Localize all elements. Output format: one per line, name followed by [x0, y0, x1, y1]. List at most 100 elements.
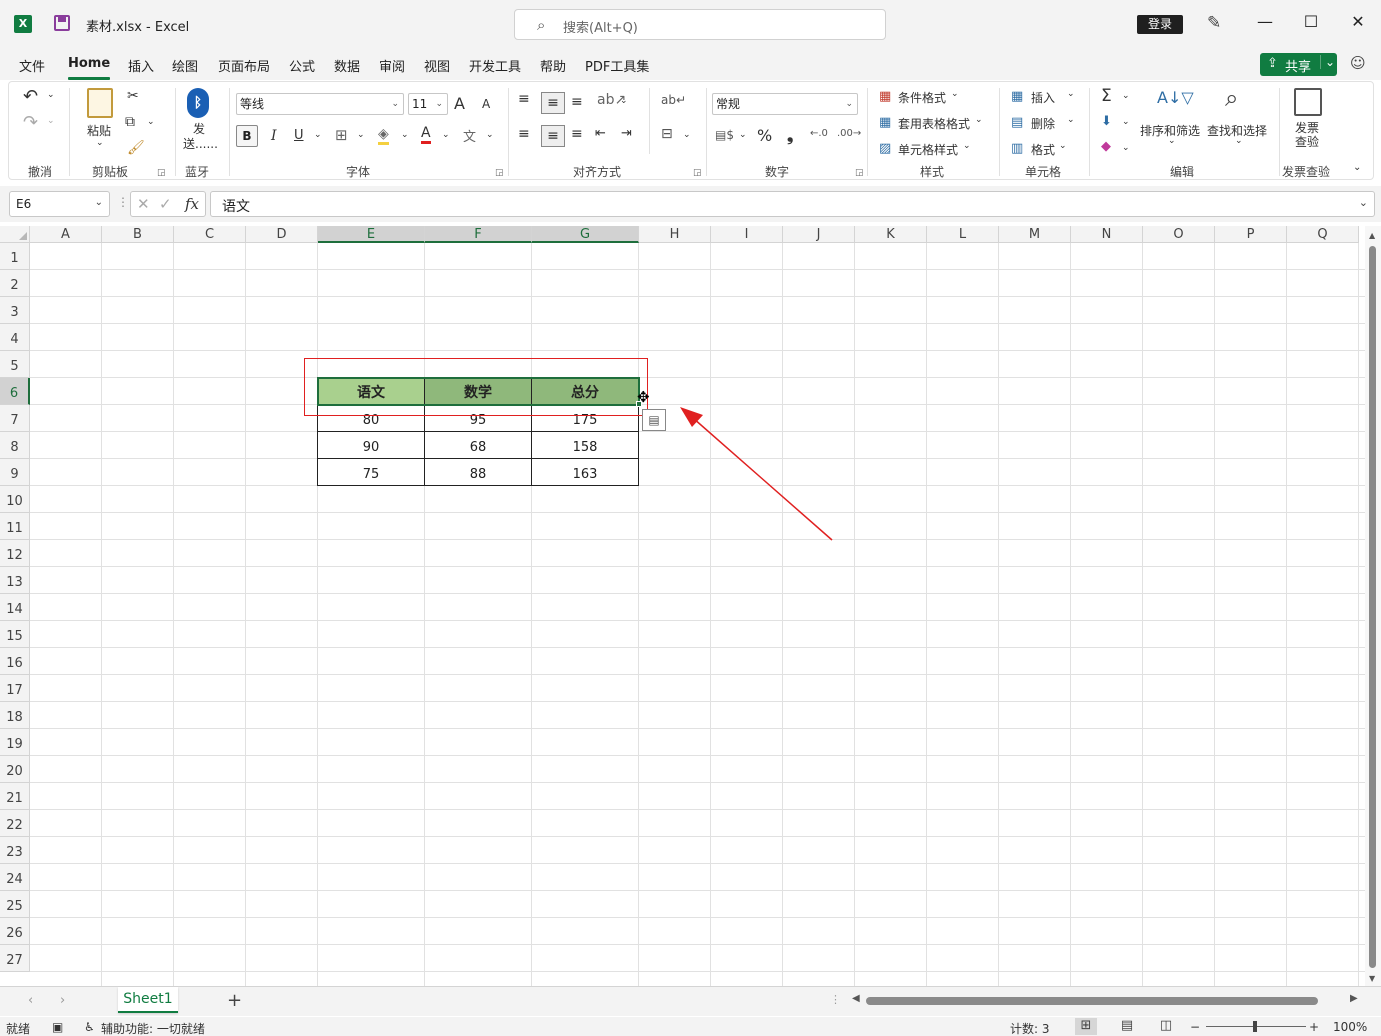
name-box[interactable]: E6 ⌄ [9, 191, 110, 217]
chevron-down-icon[interactable]: ⌄ [1059, 141, 1067, 151]
insert-function-button[interactable]: fx [185, 195, 199, 213]
zoom-in-icon[interactable]: + [1309, 1020, 1319, 1034]
column-header-p[interactable]: P [1215, 226, 1287, 243]
tab-help[interactable]: 帮助 [540, 56, 566, 75]
chevron-down-icon[interactable]: ⌄ [1235, 136, 1243, 146]
row-header-10[interactable]: 10 [0, 486, 30, 513]
chevron-down-icon[interactable]: ⌄ [739, 130, 747, 140]
invoice-check-button[interactable]: 发票 查验 [1295, 121, 1319, 149]
column-header-m[interactable]: M [999, 226, 1071, 243]
row-header-15[interactable]: 15 [0, 621, 30, 648]
table-cell[interactable]: 88 [424, 458, 532, 486]
bluetooth-icon[interactable]: ᛒ [187, 88, 209, 118]
conditional-format-icon[interactable]: ▦ [879, 89, 891, 104]
sort-filter-icon[interactable]: A↓▽ [1157, 88, 1194, 107]
paste-icon[interactable] [87, 88, 113, 118]
font-size-select[interactable]: 11 ⌄ [408, 93, 448, 115]
row-header-18[interactable]: 18 [0, 702, 30, 729]
row-header-25[interactable]: 25 [0, 891, 30, 918]
cancel-icon[interactable]: ✕ [137, 195, 150, 213]
autosum-icon[interactable]: Σ [1101, 86, 1112, 106]
align-left-icon[interactable]: ≡ [518, 126, 530, 142]
insert-cells-icon[interactable]: ▦ [1011, 89, 1023, 104]
chevron-down-icon[interactable]: ⌄ [963, 141, 971, 151]
grow-font-icon[interactable]: A [454, 94, 465, 113]
prev-sheet-icon[interactable]: ‹ [28, 993, 33, 1008]
column-header-c[interactable]: C [174, 226, 246, 243]
scroll-thumb[interactable] [1369, 246, 1376, 968]
table-cell[interactable]: 90 [317, 431, 425, 459]
horizontal-scrollbar[interactable]: ◀ ▶ [852, 993, 1360, 1007]
align-right-icon[interactable]: ≡ [571, 126, 583, 142]
row-header-20[interactable]: 20 [0, 756, 30, 783]
page-layout-view-icon[interactable]: ▤ [1116, 1018, 1138, 1035]
zoom-out-icon[interactable]: − [1190, 1020, 1200, 1034]
clear-icon[interactable]: ◆ [1101, 139, 1111, 154]
column-header-g[interactable]: G [532, 226, 639, 243]
format-painter-icon[interactable]: 🖌 [127, 140, 145, 156]
row-header-23[interactable]: 23 [0, 837, 30, 864]
cell-styles-icon[interactable]: ▨ [879, 141, 891, 156]
row-header-9[interactable]: 9 [0, 459, 30, 486]
align-top-icon[interactable]: ≡ [518, 91, 530, 107]
vertical-scrollbar[interactable]: ▲ ▼ [1365, 226, 1381, 986]
delete-cells-button[interactable]: 删除 [1031, 115, 1055, 132]
align-middle-icon[interactable]: ≡ [541, 92, 565, 114]
table-cell[interactable]: 68 [424, 431, 532, 459]
accessibility-status[interactable]: 辅助功能: 一切就绪 [101, 1020, 205, 1036]
wrap-text-icon[interactable]: ab↵ [661, 93, 686, 107]
scroll-right-icon[interactable]: ▶ [1350, 993, 1358, 1004]
row-header-12[interactable]: 12 [0, 540, 30, 567]
add-sheet-icon[interactable]: + [227, 990, 242, 1011]
row-header-8[interactable]: 8 [0, 432, 30, 459]
tab-review[interactable]: 审阅 [379, 56, 405, 75]
dialog-launcher-icon[interactable]: ◲ [157, 168, 166, 178]
row-header-7[interactable]: 7 [0, 405, 30, 432]
tab-pdf-tools[interactable]: PDF工具集 [585, 56, 649, 75]
tab-formulas[interactable]: 公式 [289, 56, 315, 75]
column-header-b[interactable]: B [102, 226, 174, 243]
column-header-l[interactable]: L [927, 226, 999, 243]
row-header-22[interactable]: 22 [0, 810, 30, 837]
column-header-h[interactable]: H [639, 226, 711, 243]
quick-analysis-icon[interactable]: ▤ [642, 409, 666, 431]
row-header-19[interactable]: 19 [0, 729, 30, 756]
sheet-tab[interactable]: Sheet1 [118, 987, 178, 1013]
row-header-13[interactable]: 13 [0, 567, 30, 594]
zoom-slider-thumb[interactable] [1253, 1021, 1257, 1032]
chevron-down-icon[interactable]: ⌄ [147, 117, 155, 127]
border-icon[interactable]: ⊞ [335, 126, 348, 144]
chevron-down-icon[interactable]: ⌄ [1320, 55, 1335, 69]
drag-handle-icon[interactable]: ⋮ [830, 993, 841, 1006]
number-format-select[interactable]: 常规 ⌄ [712, 93, 858, 115]
table-cell[interactable]: 75 [317, 458, 425, 486]
chevron-down-icon[interactable]: ⌄ [1359, 196, 1368, 209]
maximize-button[interactable]: ☐ [1296, 12, 1326, 31]
worksheet-grid[interactable]: A B C D E F G H I J K L M N O P Q 1 2 3 4 5 6 7 8 9 10 11 12 13 14 15 16… [0, 226, 1381, 986]
select-all-button[interactable] [0, 226, 30, 243]
format-as-table-button[interactable]: 套用表格格式 [898, 115, 970, 132]
collapse-ribbon-icon[interactable]: ⌄ [1353, 162, 1361, 173]
accessibility-icon[interactable]: ♿ [84, 1020, 95, 1034]
macro-record-icon[interactable]: ▣ [52, 1020, 63, 1034]
row-header-4[interactable]: 4 [0, 324, 30, 351]
pen-icon[interactable]: ✎ [1207, 13, 1221, 33]
increase-decimal-icon[interactable]: ←.0 [810, 128, 828, 139]
decrease-indent-icon[interactable]: ⇤ [595, 126, 606, 141]
tab-home[interactable]: Home [68, 56, 110, 71]
row-header-24[interactable]: 24 [0, 864, 30, 891]
bold-button[interactable]: B [236, 125, 258, 147]
dialog-launcher-icon[interactable]: ◲ [693, 168, 702, 178]
fill-color-icon[interactable]: ◈ [378, 126, 389, 145]
column-header-n[interactable]: N [1071, 226, 1143, 243]
chevron-down-icon[interactable]: ⌄ [1122, 117, 1130, 127]
cell-styles-button[interactable]: 单元格样式 [898, 141, 958, 158]
chevron-down-icon[interactable]: ⌄ [357, 130, 365, 140]
column-header-k[interactable]: K [855, 226, 927, 243]
row-header-5[interactable]: 5 [0, 351, 30, 378]
insert-cells-button[interactable]: 插入 [1031, 89, 1055, 106]
scroll-thumb[interactable] [866, 997, 1318, 1005]
find-icon[interactable]: ⌕ [1225, 84, 1238, 112]
chevron-down-icon[interactable]: ⌄ [1168, 136, 1176, 146]
format-cells-button[interactable]: 格式 [1031, 141, 1055, 158]
